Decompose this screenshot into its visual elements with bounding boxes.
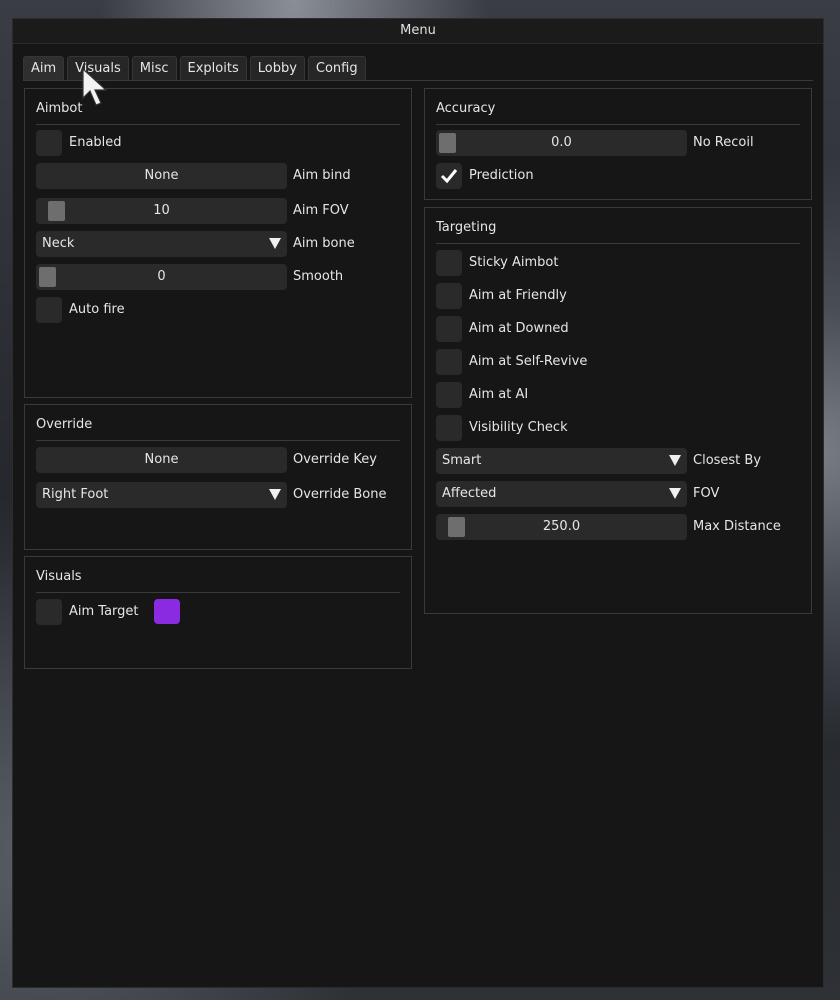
aim-target-checkbox[interactable] (36, 599, 62, 625)
accuracy-group: Accuracy 0.0 No Recoil Prediction (424, 88, 812, 200)
aim-bind-button[interactable]: None (36, 163, 287, 189)
aim-bind-label: Aim bind (293, 168, 351, 183)
enabled-label: Enabled (69, 135, 122, 150)
divider (436, 124, 800, 125)
chevron-down-icon (269, 489, 281, 500)
sticky-aimbot-checkbox[interactable] (436, 250, 462, 276)
tab-divider (23, 80, 813, 81)
max-distance-label: Max Distance (693, 519, 781, 534)
no-recoil-value: 0.0 (551, 135, 572, 150)
prediction-label: Prediction (469, 168, 534, 183)
aim-bone-value: Neck (42, 236, 75, 251)
chevron-down-icon (669, 455, 681, 466)
closest-by-dropdown[interactable]: Smart (436, 448, 687, 474)
smooth-value: 0 (157, 269, 166, 284)
closest-by-value: Smart (442, 453, 482, 468)
override-group: Override None Override Key Right Foot Ov… (24, 404, 412, 550)
tab-lobby[interactable]: Lobby (249, 56, 305, 80)
divider (36, 440, 400, 441)
accuracy-title: Accuracy (436, 101, 496, 116)
smooth-slider[interactable]: 0 (36, 264, 287, 290)
tab-exploits[interactable]: Exploits (179, 56, 247, 80)
aim-at-self-revive-checkbox[interactable] (436, 349, 462, 375)
aim-fov-label: Aim FOV (293, 203, 349, 218)
visuals-title: Visuals (36, 569, 82, 584)
max-distance-value: 250.0 (542, 519, 581, 534)
targeting-title: Targeting (436, 220, 497, 235)
targeting-group: Targeting Sticky Aimbot Aim at Friendly … (424, 207, 812, 614)
visibility-check-label: Visibility Check (469, 420, 568, 435)
window-title[interactable]: Menu (13, 19, 823, 44)
max-distance-slider[interactable]: 250.0 (436, 514, 687, 540)
fov-mode-dropdown[interactable]: Affected (436, 481, 687, 507)
aim-bone-dropdown[interactable]: Neck (36, 231, 287, 257)
enabled-checkbox[interactable] (36, 130, 62, 156)
tab-config[interactable]: Config (307, 56, 366, 80)
aim-at-self-revive-label: Aim at Self-Revive (469, 354, 588, 369)
aim-at-downed-checkbox[interactable] (436, 316, 462, 342)
smooth-label: Smooth (293, 269, 344, 284)
aim-bone-label: Aim bone (293, 236, 355, 251)
visuals-group: Visuals Aim Target (24, 556, 412, 669)
tab-aim[interactable]: Aim (23, 56, 65, 80)
checkmark-icon (440, 169, 458, 184)
prediction-checkbox[interactable] (436, 163, 462, 189)
auto-fire-label: Auto fire (69, 302, 125, 317)
aim-at-ai-label: Aim at AI (469, 387, 529, 402)
override-bone-dropdown[interactable]: Right Foot (36, 482, 287, 508)
fov-mode-label: FOV (693, 486, 720, 501)
fov-mode-value: Affected (442, 486, 497, 501)
sticky-aimbot-label: Sticky Aimbot (469, 255, 559, 270)
chevron-down-icon (269, 238, 281, 249)
aim-target-label: Aim Target (69, 604, 139, 619)
tab-bar: Aim Visuals Misc Exploits Lobby Config (23, 56, 366, 80)
chevron-down-icon (669, 488, 681, 499)
aim-at-friendly-checkbox[interactable] (436, 283, 462, 309)
divider (36, 124, 400, 125)
divider (36, 592, 400, 593)
divider (436, 243, 800, 244)
aim-at-ai-checkbox[interactable] (436, 382, 462, 408)
aim-target-color-swatch[interactable] (154, 599, 180, 624)
override-bone-value: Right Foot (42, 487, 109, 502)
aim-fov-slider[interactable]: 10 (36, 198, 287, 224)
no-recoil-label: No Recoil (693, 135, 754, 150)
override-title: Override (36, 417, 93, 432)
menu-window: Menu Aim Visuals Misc Exploits Lobby Con… (12, 18, 824, 988)
override-bone-label: Override Bone (293, 487, 387, 502)
aimbot-title: Aimbot (36, 101, 83, 116)
aim-at-downed-label: Aim at Downed (469, 321, 569, 336)
auto-fire-checkbox[interactable] (36, 297, 62, 323)
mouse-cursor-icon (82, 68, 108, 106)
override-key-button[interactable]: None (36, 447, 287, 473)
tab-misc[interactable]: Misc (131, 56, 177, 80)
closest-by-label: Closest By (693, 453, 762, 468)
aimbot-group: Aimbot Enabled None Aim bind 10 Aim FOV … (24, 88, 412, 398)
aim-fov-value: 10 (153, 203, 170, 218)
aim-at-friendly-label: Aim at Friendly (469, 288, 567, 303)
visibility-check-checkbox[interactable] (436, 415, 462, 441)
no-recoil-slider[interactable]: 0.0 (436, 130, 687, 156)
override-key-label: Override Key (293, 452, 377, 467)
